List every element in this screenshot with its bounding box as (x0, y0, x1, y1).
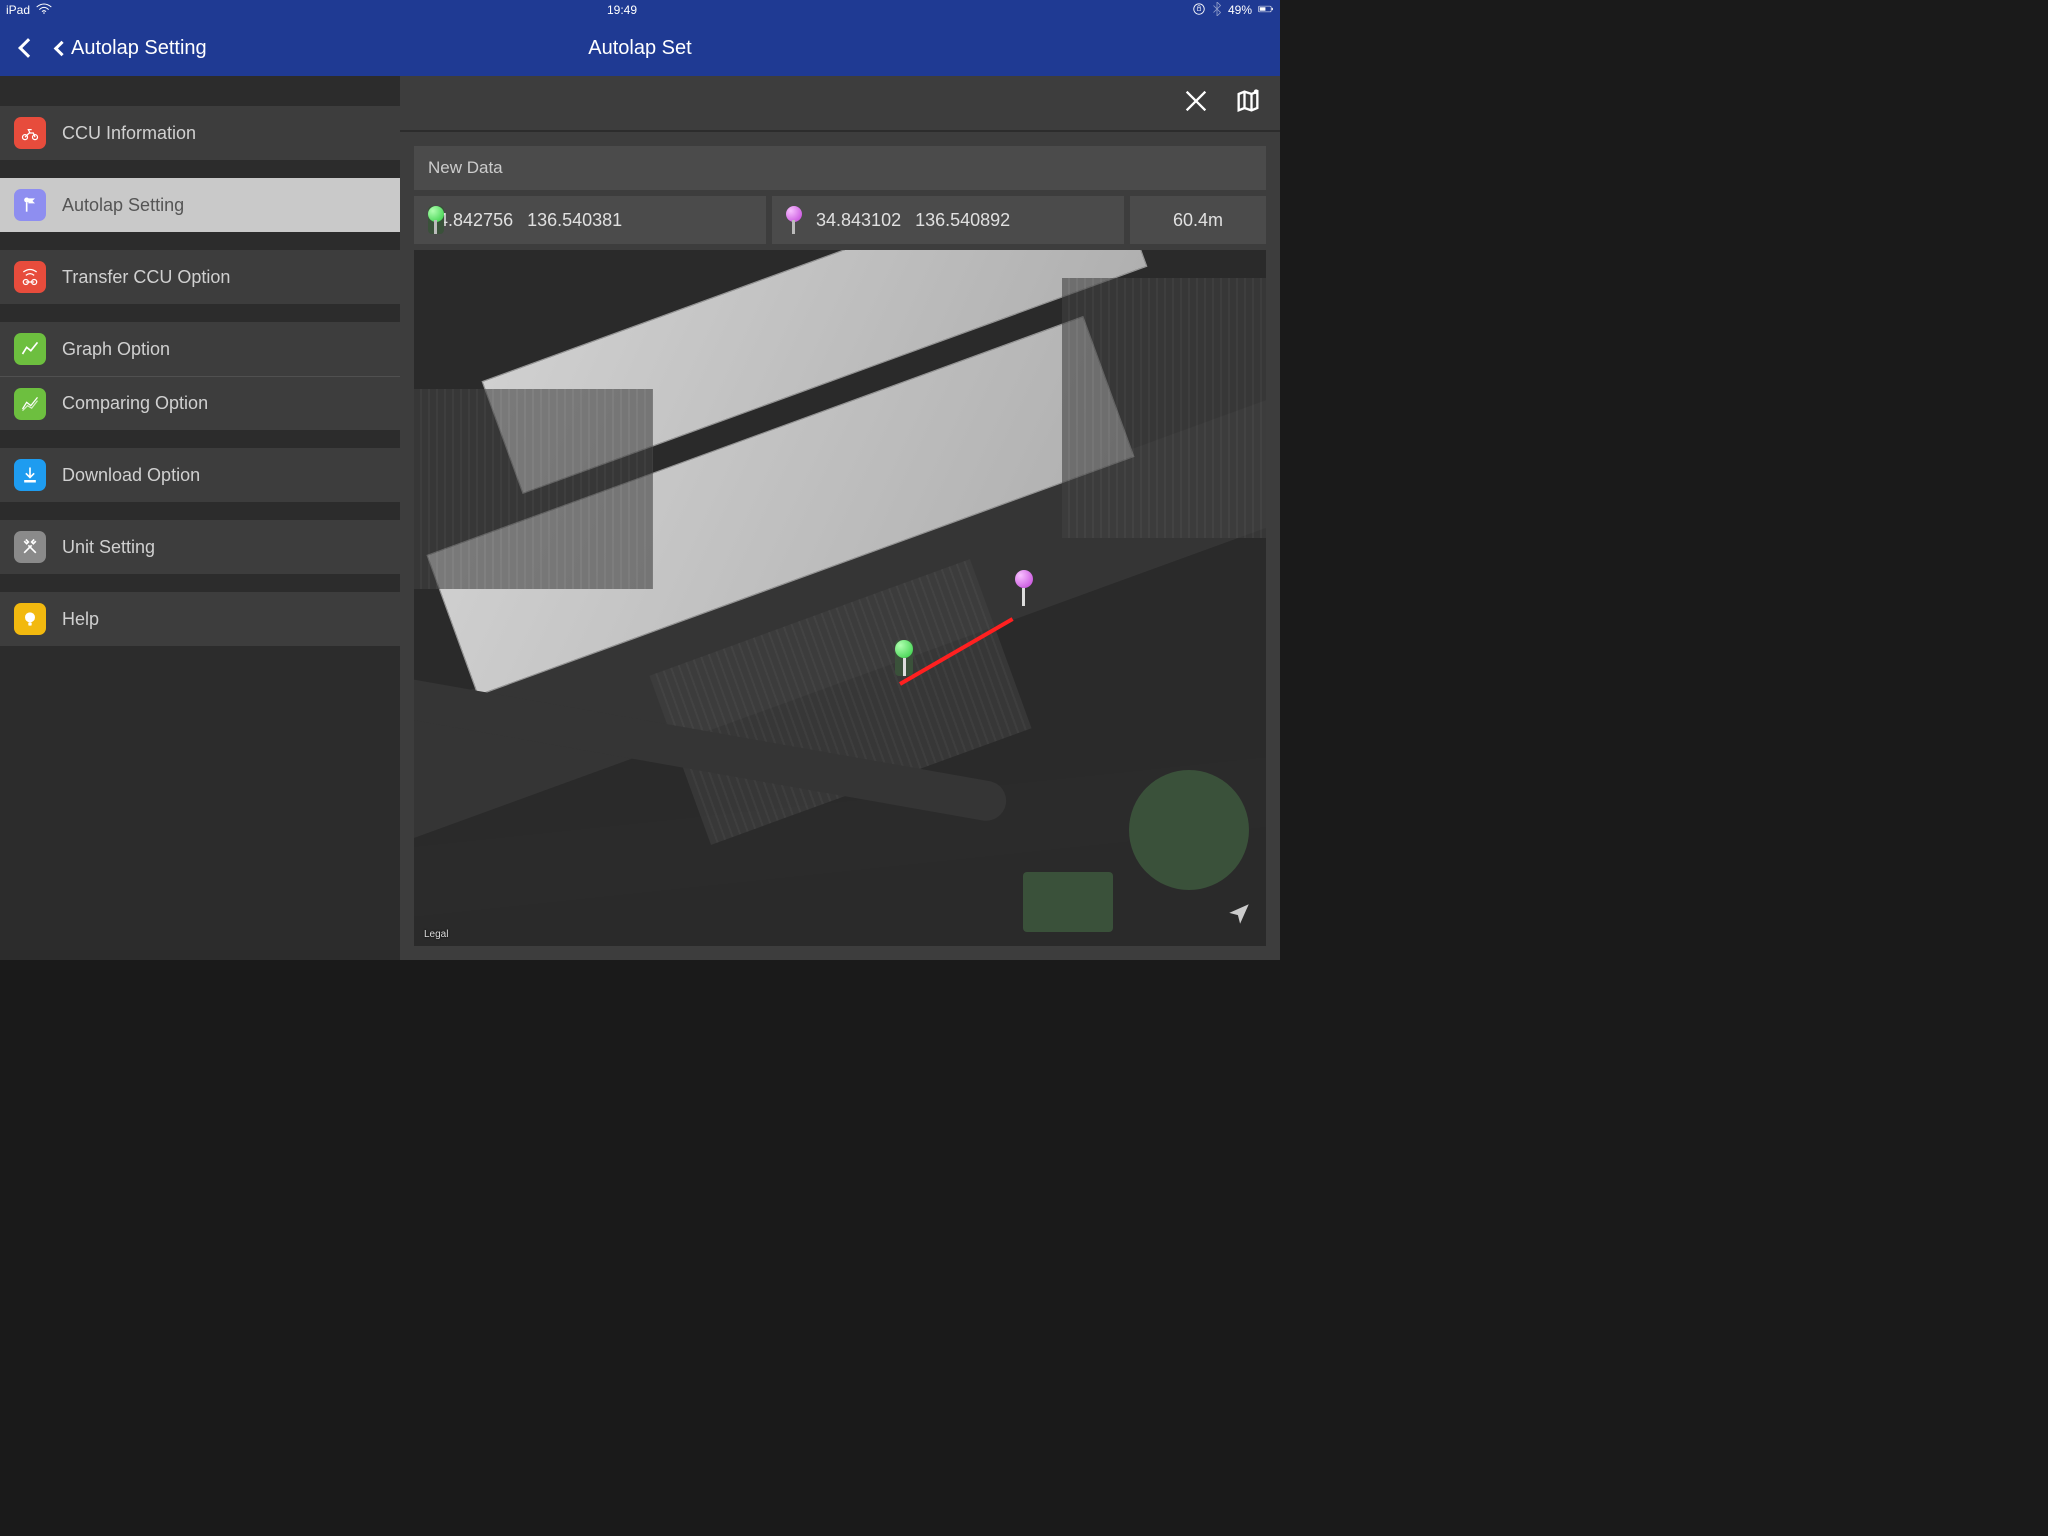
sidebar-item-label: Graph Option (62, 339, 170, 360)
satellite-map[interactable]: Legal (414, 250, 1266, 946)
sidebar-item-label: Download Option (62, 465, 200, 486)
map-icon (1234, 87, 1262, 115)
sidebar-item-download[interactable]: Download Option (0, 448, 400, 502)
pin-magenta-icon (786, 206, 802, 234)
battery-percent: 49% (1228, 3, 1252, 17)
sidebar-item-unit[interactable]: Unit Setting (0, 520, 400, 574)
orientation-lock-icon (1192, 2, 1206, 19)
nav-bar: Autolap Setting Autolap Set (0, 20, 1280, 76)
sidebar-item-transfer[interactable]: Transfer CCU Option (0, 250, 400, 304)
bulb-icon (14, 603, 46, 635)
main-pane: New Data 34.842756 136.540381 34.843102 … (400, 76, 1280, 960)
sidebar-item-label: Unit Setting (62, 537, 155, 558)
sidebar-item-label: Transfer CCU Option (62, 267, 230, 288)
map-pin-b[interactable] (1015, 570, 1033, 606)
graph-icon (14, 333, 46, 365)
bluetooth-icon (1212, 2, 1222, 19)
pin-green-icon (428, 206, 444, 234)
download-icon (14, 459, 46, 491)
map-legal-link[interactable]: Legal (424, 929, 448, 940)
tools-icon (14, 531, 46, 563)
point-a-cell[interactable]: 34.842756 136.540381 (414, 196, 766, 244)
status-time: 19:49 (607, 3, 637, 17)
sidebar-item-graph[interactable]: Graph Option (0, 322, 400, 376)
point-a-lon: 136.540381 (527, 210, 622, 231)
sidebar-item-autolap[interactable]: Autolap Setting (0, 178, 400, 232)
wifi-icon (36, 3, 52, 18)
sidebar-item-label: CCU Information (62, 123, 196, 144)
close-button[interactable] (1182, 87, 1210, 120)
new-data-header: New Data (414, 146, 1266, 190)
status-bar: iPad 19:49 49% (0, 0, 1280, 20)
map-pin-a[interactable] (895, 640, 913, 676)
main-toolbar (400, 76, 1280, 132)
sidebar-item-label: Help (62, 609, 99, 630)
device-label: iPad (6, 3, 30, 17)
sidebar-item-label: Autolap Setting (62, 195, 184, 216)
locate-me-button[interactable] (1226, 901, 1252, 932)
motorcycle-icon (14, 117, 46, 149)
flag-pin-icon (14, 189, 46, 221)
close-icon (1182, 87, 1210, 115)
page-title: Autolap Set (0, 37, 1280, 60)
distance-value: 60.4m (1173, 210, 1223, 231)
transfer-icon (14, 261, 46, 293)
sidebar-item-help[interactable]: Help (0, 592, 400, 646)
sidebar-item-compare[interactable]: Comparing Option (0, 376, 400, 430)
point-b-lat: 34.843102 (816, 210, 901, 231)
coord-row: 34.842756 136.540381 34.843102 136.54089… (414, 196, 1266, 244)
battery-icon (1258, 3, 1274, 18)
sidebar: CCU Information Autolap Setting (0, 76, 400, 960)
point-b-lon: 136.540892 (915, 210, 1010, 231)
sidebar-item-label: Comparing Option (62, 393, 208, 414)
sidebar-item-ccu-info[interactable]: CCU Information (0, 106, 400, 160)
point-b-cell[interactable]: 34.843102 136.540892 (772, 196, 1124, 244)
map-toggle-button[interactable] (1234, 87, 1262, 120)
compare-icon (14, 388, 46, 420)
location-arrow-icon (1226, 901, 1252, 927)
distance-cell: 60.4m (1130, 196, 1266, 244)
